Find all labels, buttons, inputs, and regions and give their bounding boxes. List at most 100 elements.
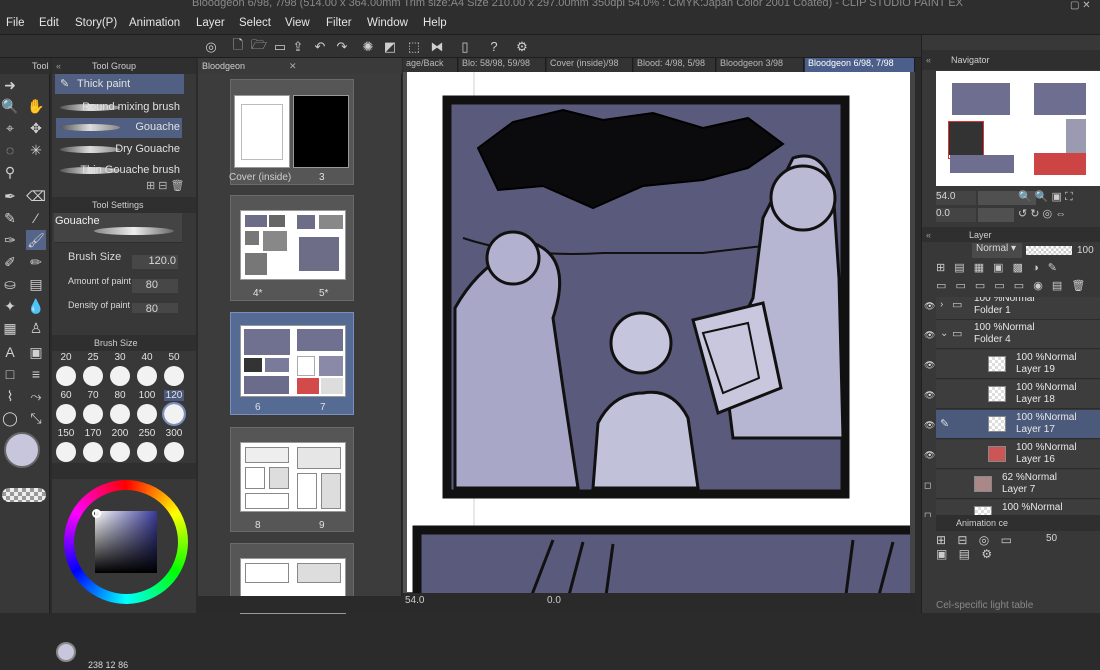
menu-file[interactable]: File bbox=[6, 17, 25, 29]
operation-icon[interactable]: ⌖ bbox=[0, 118, 20, 138]
export-icon[interactable]: ⇪ bbox=[289, 38, 307, 55]
brush-size-option-170[interactable] bbox=[83, 442, 103, 462]
brush-size-option-100[interactable] bbox=[137, 404, 157, 424]
animation-controls[interactable]: ⊞ ⊟ ◎ ▭ ▣ ▤ ⚙ bbox=[936, 533, 1100, 573]
rotation-slider[interactable] bbox=[978, 208, 1014, 222]
page-thumb-4-5[interactable]: 4* 5* bbox=[230, 195, 354, 301]
blend-icon[interactable]: ✏ bbox=[26, 252, 46, 272]
window-controls[interactable]: ▢ ✕ bbox=[1070, 0, 1091, 11]
navigator-zoom-buttons[interactable]: 🔍 🔍 ▣ ⛶ bbox=[1018, 190, 1073, 204]
doc-tab-active[interactable]: Bloodgeon 6/98, 7/98 bbox=[805, 58, 915, 72]
menu-view[interactable]: View bbox=[285, 17, 310, 29]
brush-size-option-70[interactable] bbox=[83, 404, 103, 424]
brush-size-option-25[interactable] bbox=[83, 366, 103, 386]
canvas-area[interactable]: 54.0 0.0 bbox=[403, 58, 915, 613]
brush-size-option-40[interactable] bbox=[137, 366, 157, 386]
ink-pen-icon[interactable]: ✑ bbox=[0, 230, 20, 250]
link-icon[interactable]: ⤳ bbox=[26, 386, 46, 406]
doc-tab[interactable]: Cover (inside)/98 bbox=[547, 58, 633, 72]
brush-size-option-50[interactable] bbox=[164, 366, 184, 386]
navigator-rotation[interactable]: 0.0 bbox=[936, 208, 976, 222]
amount-value[interactable]: 80 bbox=[132, 279, 178, 293]
lasso-icon[interactable]: ◌ bbox=[0, 140, 20, 160]
canvas-zoom-value[interactable]: 54.0 bbox=[405, 595, 424, 606]
eye-icon[interactable]: 👁 bbox=[924, 390, 936, 400]
layer-row-18[interactable]: 👁 100 %Normal Layer 18 bbox=[924, 380, 1100, 409]
current-color-mini[interactable] bbox=[56, 642, 76, 662]
clear-icon[interactable]: ✺ bbox=[359, 38, 377, 55]
drop-icon[interactable]: 💧 bbox=[26, 296, 46, 316]
navigator-zoom[interactable]: 54.0 bbox=[936, 191, 976, 205]
opacity-slider[interactable] bbox=[1026, 246, 1072, 255]
tool-group-thick-paint[interactable]: ✎ Thick paint bbox=[55, 74, 184, 94]
subtool-dry-gouache[interactable]: Dry Gouache bbox=[56, 140, 182, 160]
subtool-actions[interactable]: ⊞ ⊟ 🗑 bbox=[146, 179, 185, 192]
folder-expand-arrow[interactable]: ⌄ bbox=[940, 328, 948, 339]
navigator-preview[interactable] bbox=[936, 71, 1100, 186]
page-thumb-cover[interactable]: Cover (inside) 3 bbox=[229, 79, 354, 185]
page-thumb-6-7[interactable]: 6 7 bbox=[230, 312, 354, 415]
eyedropper-icon[interactable]: ⚲ bbox=[0, 162, 20, 182]
line-tool-icon[interactable]: ⤡ bbox=[26, 408, 46, 428]
eye-icon[interactable]: ◻ bbox=[924, 480, 936, 490]
doc-tab[interactable]: Bloodgeon 3/98 bbox=[717, 58, 804, 72]
eye-icon[interactable]: 👁 bbox=[924, 301, 936, 311]
clip-studio-icon[interactable]: ◎ bbox=[202, 38, 220, 55]
menu-story[interactable]: Story(P) bbox=[75, 17, 117, 29]
help-icon[interactable]: ? bbox=[485, 38, 503, 55]
fill-bucket-icon[interactable]: ⛀ bbox=[0, 274, 20, 294]
magic-wand-icon[interactable]: ✳ bbox=[26, 140, 46, 160]
menu-window[interactable]: Window bbox=[367, 17, 408, 29]
page-tab[interactable]: Bloodgeon ✕ bbox=[198, 58, 402, 74]
transparent-swatch[interactable] bbox=[2, 488, 46, 502]
folder-expand-arrow[interactable]: › bbox=[940, 299, 943, 310]
menu-help[interactable]: Help bbox=[423, 17, 447, 29]
text-icon[interactable]: A bbox=[0, 342, 20, 362]
brush-size-option-120[interactable] bbox=[162, 402, 186, 426]
subtool-round-mixing[interactable]: Round mixing brush bbox=[56, 98, 182, 118]
subtool-thin-gouache[interactable]: Thin Gouache brush bbox=[56, 161, 182, 181]
brush-size-option-60[interactable] bbox=[56, 404, 76, 424]
brush-size-value[interactable]: 120.0 bbox=[132, 255, 178, 269]
navigator-rotate-buttons[interactable]: ↺ ↻ ◎ ⇔ bbox=[1018, 207, 1066, 220]
collapse-arrow-icon[interactable]: « bbox=[56, 61, 61, 71]
shape-icon[interactable]: □ bbox=[0, 364, 20, 384]
menu-filter[interactable]: Filter bbox=[326, 17, 352, 29]
color-panel-tabs[interactable] bbox=[52, 463, 196, 479]
layer-row-19[interactable]: 👁 100 %Normal Layer 19 bbox=[924, 350, 1100, 379]
open-folder-icon[interactable]: 🗁 bbox=[250, 37, 268, 55]
layer-row-folder-4[interactable]: 👁 ⌄ ▭ 100 %Normal Folder 4 bbox=[924, 320, 1100, 349]
fill-icon[interactable]: ◩ bbox=[381, 38, 399, 55]
layer-row-16[interactable]: 👁 100 %Normal Layer 16 bbox=[924, 440, 1100, 469]
blend-mode-select[interactable]: Normal ▾ bbox=[972, 243, 1022, 258]
menu-animation[interactable]: Animation bbox=[129, 17, 180, 29]
layer-action-buttons[interactable]: ▭ ▭ ▭ ▭ ▭ ◉ ▤ 🗑 bbox=[936, 279, 1100, 295]
paintbrush-icon[interactable]: 🖌 bbox=[26, 230, 46, 250]
brush-size-option-20[interactable] bbox=[56, 366, 76, 386]
device-icon[interactable]: ▯ bbox=[456, 38, 474, 55]
color-picker-handle[interactable] bbox=[92, 509, 101, 518]
brush-size-option-150[interactable] bbox=[56, 442, 76, 462]
correct-line-icon[interactable]: ⌇ bbox=[0, 386, 20, 406]
layer-tool-buttons[interactable]: ⊞ ▤ ▦ ▣ ▩ ◑ ✎ bbox=[936, 261, 1100, 277]
page-zoom-bar[interactable] bbox=[198, 596, 402, 613]
settings-icon[interactable]: ⚙ bbox=[513, 38, 531, 55]
brush-size-option-300[interactable] bbox=[164, 442, 184, 462]
speech-icon[interactable]: ◯ bbox=[0, 408, 20, 428]
menu-edit[interactable]: Edit bbox=[39, 17, 59, 29]
flip-icon[interactable]: ⧓ bbox=[428, 38, 446, 55]
redo-icon[interactable]: ↷ bbox=[333, 38, 351, 55]
figure-icon[interactable]: ♙ bbox=[26, 318, 46, 338]
brush-icon[interactable]: ⁄ bbox=[26, 208, 46, 228]
eye-icon[interactable]: 👁 bbox=[924, 420, 936, 430]
hand-icon[interactable]: ✋ bbox=[26, 96, 46, 116]
color-square[interactable] bbox=[95, 511, 157, 573]
move-icon[interactable]: ✥ bbox=[26, 118, 46, 138]
doc-tab[interactable]: Blo: 58/98, 59/98 bbox=[459, 58, 546, 72]
new-file-icon[interactable]: 🗋 bbox=[229, 37, 247, 55]
eye-icon[interactable]: 👁 bbox=[924, 450, 936, 460]
ruler-icon[interactable]: ≡ bbox=[26, 364, 46, 384]
frame-icon[interactable]: ▦ bbox=[0, 318, 20, 338]
airbrush-icon[interactable]: ✐ bbox=[0, 252, 20, 272]
save-icon[interactable]: ▭ bbox=[271, 38, 289, 55]
